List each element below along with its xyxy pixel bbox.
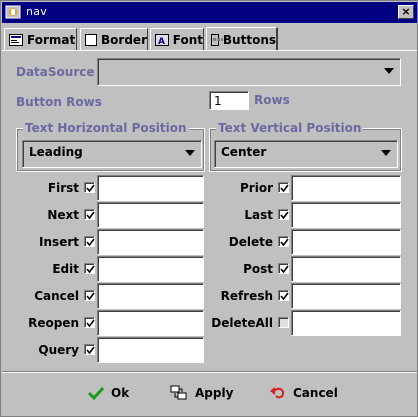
horizontal-position-value: Leading — [29, 145, 83, 159]
close-button[interactable]: × — [398, 5, 414, 19]
prior-checkbox[interactable] — [278, 182, 289, 193]
buttons-icon — [211, 33, 223, 46]
deleteall-label: DeleteAll — [211, 316, 273, 330]
apply-button[interactable]: Apply — [169, 380, 233, 406]
format-icon — [9, 33, 23, 46]
chevron-down-icon — [381, 150, 391, 156]
first-checkbox[interactable] — [84, 182, 95, 193]
window-title: nav — [26, 5, 48, 18]
datasource-select[interactable] — [97, 58, 401, 86]
button-rows-label: Button Rows — [16, 95, 102, 109]
app-icon — [5, 5, 21, 19]
reopen-checkbox[interactable] — [84, 317, 95, 328]
delete-caption-input[interactable] — [291, 229, 401, 255]
check-icon — [86, 238, 95, 247]
delete-label: Delete — [228, 235, 273, 249]
check-icon — [86, 211, 95, 220]
tab-label: Format — [27, 32, 76, 47]
edit-label: Edit — [52, 262, 79, 276]
horizontal-position-title: Text Horizontal Position — [23, 121, 189, 135]
tab-label: Buttons — [222, 32, 276, 47]
first-label: First — [47, 181, 79, 195]
horizontal-position-select[interactable]: Leading — [22, 140, 202, 168]
insert-checkbox[interactable] — [84, 236, 95, 247]
cancel-caption-input[interactable] — [97, 283, 204, 309]
checkmark-icon — [87, 386, 105, 401]
delete-checkbox[interactable] — [278, 236, 289, 247]
chevron-down-icon — [384, 68, 394, 74]
query-caption-input[interactable] — [97, 337, 204, 363]
svg-text:A: A — [158, 37, 165, 45]
insert-caption-input[interactable] — [97, 229, 204, 255]
border-icon — [85, 33, 98, 46]
cancel-button[interactable]: Cancel — [269, 380, 338, 406]
next-checkbox[interactable] — [84, 209, 95, 220]
check-icon — [280, 238, 289, 247]
check-icon — [280, 184, 289, 193]
dialog-window: nav × Format Border A Font Buttons DataS… — [0, 0, 418, 417]
deleteall-caption-input[interactable] — [291, 310, 401, 336]
vertical-position-select[interactable]: Center — [214, 140, 398, 168]
footer-divider — [2, 371, 417, 373]
tab-font[interactable]: A Font — [150, 28, 204, 50]
title-bar[interactable]: nav × — [2, 2, 417, 23]
check-icon — [86, 346, 95, 355]
reopen-label: Reopen — [28, 316, 79, 330]
tab-panel-border — [2, 50, 417, 51]
query-label: Query — [38, 343, 79, 357]
prior-label: Prior — [240, 181, 273, 195]
next-caption-input[interactable] — [97, 202, 204, 228]
datasource-label: DataSource — [16, 65, 95, 79]
first-caption-input[interactable] — [97, 175, 204, 201]
check-icon — [280, 292, 289, 301]
post-caption-input[interactable] — [291, 256, 401, 282]
apply-label: Apply — [195, 386, 234, 400]
edit-caption-input[interactable] — [97, 256, 204, 282]
check-icon — [280, 211, 289, 220]
close-icon: × — [401, 5, 411, 18]
last-label: Last — [244, 208, 273, 222]
ok-label: Ok — [111, 386, 130, 400]
refresh-caption-input[interactable] — [291, 283, 401, 309]
undo-arrow-icon — [270, 387, 285, 399]
check-icon — [86, 292, 95, 301]
chevron-down-icon — [185, 150, 195, 156]
cancel-button-label: Cancel — [293, 386, 338, 400]
check-icon — [86, 265, 95, 274]
edit-checkbox[interactable] — [84, 263, 95, 274]
check-icon — [86, 184, 95, 193]
button-rows-input[interactable]: 1 — [209, 91, 249, 110]
post-label: Post — [243, 262, 273, 276]
reopen-caption-input[interactable] — [97, 310, 204, 336]
tab-format[interactable]: Format — [4, 28, 77, 50]
prior-caption-input[interactable] — [291, 175, 401, 201]
insert-label: Insert — [39, 235, 79, 249]
check-icon — [86, 319, 95, 328]
cancel-label: Cancel — [34, 289, 79, 303]
tab-label: Border — [101, 32, 147, 47]
post-checkbox[interactable] — [278, 263, 289, 274]
vertical-position-title: Text Vertical Position — [216, 121, 364, 135]
ok-button[interactable]: Ok — [87, 380, 129, 406]
check-icon — [280, 265, 289, 274]
rows-suffix-label: Rows — [254, 93, 290, 107]
vertical-position-value: Center — [221, 145, 267, 159]
query-checkbox[interactable] — [84, 344, 95, 355]
apply-icon — [170, 385, 187, 400]
last-caption-input[interactable] — [291, 202, 401, 228]
tab-label: Font — [172, 32, 203, 47]
refresh-checkbox[interactable] — [278, 290, 289, 301]
last-checkbox[interactable] — [278, 209, 289, 220]
font-icon: A — [155, 33, 169, 46]
deleteall-checkbox[interactable] — [278, 317, 289, 328]
cancel-checkbox[interactable] — [84, 290, 95, 301]
next-label: Next — [47, 208, 79, 222]
tab-buttons[interactable]: Buttons — [206, 27, 278, 51]
refresh-label: Refresh — [220, 289, 273, 303]
tab-border[interactable]: Border — [80, 28, 148, 50]
